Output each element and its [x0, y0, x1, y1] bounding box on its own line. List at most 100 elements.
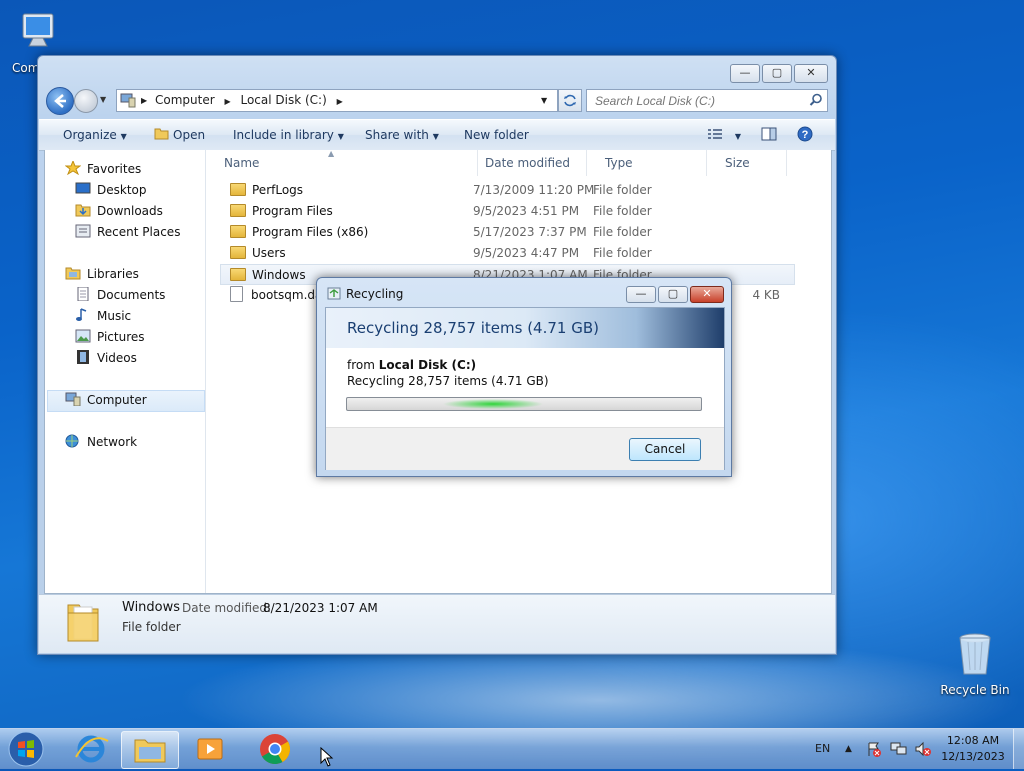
- file-name: Windows: [252, 268, 306, 282]
- minimize-button[interactable]: —: [730, 64, 760, 83]
- nav-downloads-label: Downloads: [97, 204, 163, 218]
- nav-videos-label: Videos: [97, 351, 137, 365]
- forward-button[interactable]: [74, 89, 98, 113]
- dialog-minimize-button[interactable]: —: [626, 286, 656, 303]
- action-center-flag-icon[interactable]: [866, 741, 882, 757]
- taskbar-chrome[interactable]: [247, 731, 303, 767]
- breadcrumb-separator-icon[interactable]: ▶: [337, 97, 343, 106]
- recent-pages-dropdown-icon[interactable]: ▼: [100, 95, 106, 104]
- file-date: 9/5/2023 4:47 PM: [473, 246, 580, 260]
- file-type: File folder: [593, 204, 652, 218]
- clock-date: 12/13/2023: [941, 750, 1005, 763]
- recycle-bin-icon: [959, 633, 991, 675]
- breadcrumb-separator-icon[interactable]: ▶: [224, 97, 230, 106]
- videos-icon: [77, 350, 89, 364]
- nav-desktop[interactable]: Desktop: [75, 180, 147, 200]
- sort-ascending-icon: ▲: [328, 149, 335, 158]
- search-input[interactable]: [593, 90, 807, 111]
- star-icon: [65, 161, 81, 175]
- share-with-menu[interactable]: Share with ▼: [365, 120, 439, 152]
- language-indicator[interactable]: EN: [815, 729, 830, 769]
- desktop-icon-recycle-bin[interactable]: Recycle Bin: [940, 630, 1010, 697]
- recent-places-icon: [75, 224, 91, 238]
- nav-computer[interactable]: Computer: [65, 390, 147, 410]
- recycling-dialog: Recycling — ▢ ✕ Recycling 28,757 items (…: [316, 277, 732, 477]
- help-button[interactable]: ?: [797, 120, 813, 150]
- address-bar[interactable]: ▶ Computer ▶ Local Disk (C:) ▶ ▼: [116, 89, 558, 112]
- folder-icon: [230, 204, 246, 217]
- refresh-button[interactable]: [558, 89, 582, 112]
- folder-icon: [230, 225, 246, 238]
- dialog-heading: Recycling 28,757 items (4.71 GB): [347, 319, 599, 337]
- back-button[interactable]: [46, 87, 74, 115]
- nav-downloads[interactable]: Downloads: [75, 201, 163, 221]
- column-header-size[interactable]: Size: [707, 150, 787, 176]
- progress-bar: [346, 397, 702, 411]
- open-button[interactable]: Open: [154, 120, 205, 150]
- folder-icon: [134, 739, 166, 763]
- breadcrumb-separator-icon: ▶: [141, 96, 148, 105]
- music-icon: [76, 308, 87, 321]
- show-desktop-button[interactable]: [1013, 729, 1024, 769]
- search-box[interactable]: [586, 89, 828, 112]
- dialog-close-button[interactable]: ✕: [690, 286, 724, 303]
- taskbar-internet-explorer[interactable]: [64, 731, 120, 767]
- volume-muted-icon[interactable]: [914, 741, 932, 757]
- nav-recent-places[interactable]: Recent Places: [75, 222, 180, 242]
- file-name: Program Files: [252, 204, 333, 218]
- show-hidden-icons-button[interactable]: ▲: [845, 729, 852, 769]
- file-row[interactable]: Users 9/5/2023 4:47 PM File folder: [220, 243, 795, 264]
- preview-pane-button[interactable]: [761, 120, 777, 150]
- chevron-down-icon[interactable]: ▼: [735, 132, 741, 141]
- change-view-button[interactable]: ▼: [707, 120, 741, 152]
- network-status-icon[interactable]: [890, 741, 908, 757]
- dialog-footer: Cancel: [326, 427, 724, 470]
- minimize-icon: —: [739, 66, 751, 79]
- libraries-icon: [65, 267, 81, 280]
- column-header-type[interactable]: Type: [587, 150, 707, 176]
- close-icon: ✕: [806, 66, 816, 79]
- organize-label: Organize: [63, 128, 117, 142]
- nav-videos[interactable]: Videos: [75, 348, 137, 368]
- folder-icon: [230, 268, 246, 281]
- pictures-icon: [75, 329, 91, 343]
- details-file-type: File folder: [122, 620, 181, 634]
- nav-documents-label: Documents: [97, 288, 166, 302]
- cancel-button[interactable]: Cancel: [629, 438, 701, 461]
- maximize-icon: ▢: [771, 66, 783, 79]
- nav-libraries[interactable]: Libraries: [65, 264, 139, 284]
- close-button[interactable]: ✕: [794, 64, 828, 83]
- nav-music[interactable]: Music: [75, 306, 131, 326]
- start-button[interactable]: [6, 730, 46, 768]
- address-dropdown-icon[interactable]: ▼: [541, 90, 547, 111]
- file-row[interactable]: Program Files 9/5/2023 4:51 PM File fold…: [220, 201, 795, 222]
- breadcrumb-computer[interactable]: Computer: [155, 93, 215, 107]
- taskbar: EN ▲ 12:08 AM 12/13/2023: [0, 728, 1024, 769]
- taskbar-windows-explorer[interactable]: [121, 731, 179, 769]
- preview-pane-icon: [761, 127, 777, 141]
- clock[interactable]: 12:08 AM 12/13/2023: [938, 733, 1008, 765]
- media-player-icon: [197, 738, 223, 760]
- help-icon: ?: [797, 126, 813, 142]
- nav-libraries-label: Libraries: [87, 267, 139, 281]
- search-icon[interactable]: [809, 93, 823, 107]
- share-label: Share with: [365, 128, 429, 142]
- file-row[interactable]: Program Files (x86) 5/17/2023 7:37 PM Fi…: [220, 222, 795, 243]
- nav-computer-label: Computer: [87, 393, 147, 407]
- dialog-from-prefix: from: [347, 358, 375, 372]
- maximize-button[interactable]: ▢: [762, 64, 792, 83]
- column-header-name[interactable]: Name ▲: [206, 149, 478, 176]
- column-header-date[interactable]: Date modified: [467, 150, 587, 176]
- taskbar-media-player[interactable]: [183, 731, 239, 767]
- nav-documents[interactable]: Documents: [75, 285, 165, 305]
- dialog-maximize-button[interactable]: ▢: [658, 286, 688, 303]
- nav-network[interactable]: Network: [65, 432, 137, 452]
- new-folder-button[interactable]: New folder: [464, 120, 529, 150]
- nav-favorites[interactable]: Favorites: [65, 159, 141, 179]
- nav-pictures[interactable]: Pictures: [75, 327, 145, 347]
- breadcrumb-local-disk[interactable]: Local Disk (C:): [240, 93, 326, 107]
- file-date: 9/5/2023 4:51 PM: [473, 204, 580, 218]
- file-row[interactable]: PerfLogs 7/13/2009 11:20 PM File folder: [220, 180, 795, 201]
- details-pane: Windows Date modified: 8/21/2023 1:07 AM…: [39, 594, 835, 653]
- organize-menu[interactable]: Organize ▼: [63, 120, 127, 152]
